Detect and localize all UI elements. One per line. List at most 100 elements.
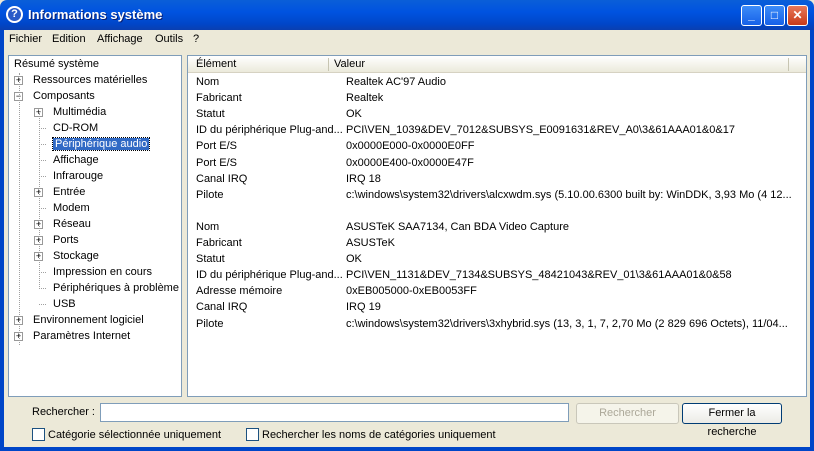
tree-connector bbox=[39, 113, 40, 289]
search-button[interactable]: Rechercher bbox=[576, 403, 679, 424]
table-row: Statut OK bbox=[196, 253, 362, 266]
tree-item-label: USB bbox=[53, 298, 76, 310]
row-element: ID du périphérique Plug-and... bbox=[196, 269, 343, 282]
tree-item-label: Affichage bbox=[53, 154, 99, 166]
column-header-element[interactable]: Élément bbox=[196, 58, 236, 70]
minimize-button[interactable]: _ bbox=[741, 5, 762, 26]
table-row: Nom Realtek AC'97 Audio bbox=[196, 76, 446, 89]
menu-outils[interactable]: Outils bbox=[155, 33, 183, 45]
tree-item[interactable]: Impression en cours bbox=[53, 265, 152, 280]
row-element: Fabricant bbox=[196, 237, 242, 249]
selected-category-label[interactable]: Catégorie sélectionnée uniquement bbox=[48, 429, 221, 441]
title-bar: ? Informations système _ □ ✕ bbox=[0, 0, 814, 30]
tree-item-label: Multimédia bbox=[53, 106, 107, 118]
help-icon: ? bbox=[6, 6, 23, 23]
tree-item-label: Environnement logiciel bbox=[33, 314, 144, 326]
row-value: c:\windows\system32\drivers\alcxwdm.sys … bbox=[346, 188, 792, 201]
row-value: 0xEB005000-0xEB0053FF bbox=[346, 285, 477, 298]
tree-item[interactable]: Ports bbox=[53, 233, 79, 248]
window-frame-right bbox=[810, 30, 814, 451]
tree-connector bbox=[39, 272, 46, 273]
row-value: ASUSTeK SAA7134, Can BDA Video Capture bbox=[346, 220, 569, 233]
tree-item[interactable]: Affichage bbox=[53, 153, 99, 168]
details-table: Élément Valeur Nom Realtek AC'97 Audio Fab… bbox=[187, 55, 807, 397]
category-names-label[interactable]: Rechercher les noms de catégories unique… bbox=[262, 429, 496, 441]
close-search-button[interactable]: Fermer la recherche bbox=[682, 403, 782, 438]
tree-item[interactable]: Modem bbox=[53, 201, 90, 216]
table-row: Port E/S 0x0000E000-0x0000E0FF bbox=[196, 140, 474, 153]
table-row: Pilote c:\windows\system32\drivers\alcxwd… bbox=[196, 189, 792, 202]
row-value: PCI\VEN_1131&DEV_7134&SUBSYS_48421043&RE… bbox=[346, 269, 732, 282]
row-element: Canal IRQ bbox=[196, 172, 248, 185]
row-element: Nom bbox=[196, 76, 220, 88]
table-row: ID du périphérique Plug-and... PCI\VEN_10… bbox=[196, 124, 735, 137]
tree-item[interactable]: Réseau bbox=[53, 217, 91, 232]
tree-item[interactable]: Périphérique audio bbox=[51, 137, 151, 152]
tree-connector bbox=[39, 128, 46, 129]
tree-connector bbox=[19, 73, 20, 345]
tree-item-label: Infrarouge bbox=[53, 170, 104, 182]
selected-category-checkbox[interactable] bbox=[32, 428, 45, 441]
row-value: Realtek AC'97 Audio bbox=[346, 76, 446, 88]
table-row: Adresse mémoire 0xEB005000-0xEB0053FF bbox=[196, 285, 477, 298]
table-row: Pilote c:\windows\system32\drivers\3xhybr… bbox=[196, 317, 788, 331]
table-row: Fabricant Realtek bbox=[196, 92, 383, 105]
table-row: Nom ASUSTeK SAA7134, Can BDA Video Captur… bbox=[196, 220, 569, 234]
row-value: Realtek bbox=[346, 92, 384, 105]
column-header-valeur[interactable]: Valeur bbox=[334, 58, 365, 70]
tree-item-label: CD-ROM bbox=[53, 122, 99, 134]
tree-item[interactable]: Périphériques à problème bbox=[53, 281, 179, 296]
tree-item-root[interactable]: Résumé système bbox=[14, 57, 99, 72]
tree-item[interactable]: CD-ROM bbox=[53, 121, 98, 136]
table-row: Fabricant ASUSTeK bbox=[196, 237, 395, 250]
window-frame-left bbox=[0, 30, 4, 451]
row-value: 0x0000E000-0x0000E0FF bbox=[346, 140, 475, 153]
tree-item-label: Ressources matérielles bbox=[33, 74, 148, 86]
search-label: Rechercher : bbox=[32, 406, 95, 418]
window-title: Informations système bbox=[28, 7, 163, 22]
table-row: Canal IRQ IRQ 18 bbox=[196, 172, 381, 186]
tree-item-label: Composants bbox=[33, 90, 95, 102]
menu-fichier[interactable]: Fichier bbox=[9, 33, 42, 45]
row-element: Nom bbox=[196, 220, 220, 233]
table-header: Élément Valeur bbox=[188, 56, 806, 73]
tree-item[interactable]: Ressources matérielles bbox=[33, 73, 147, 88]
row-value: IRQ 19 bbox=[346, 301, 381, 314]
row-value: PCI\VEN_1039&DEV_7012&SUBSYS_E0091631&RE… bbox=[346, 124, 735, 137]
menu-help[interactable]: ? bbox=[193, 33, 199, 45]
row-element: Statut bbox=[196, 108, 225, 121]
menu-edition[interactable]: Edition bbox=[52, 33, 86, 45]
menu-bar: Fichier Edition Affichage Outils ? bbox=[4, 30, 810, 48]
tree-connector bbox=[39, 160, 46, 161]
tree-item[interactable]: USB bbox=[53, 297, 76, 312]
maximize-button[interactable]: □ bbox=[764, 5, 785, 26]
table-row: ID du périphérique Plug-and... PCI\VEN_11… bbox=[196, 269, 732, 282]
tree-item-label: Périphérique audio bbox=[51, 137, 151, 151]
table-row: Canal IRQ IRQ 19 bbox=[196, 301, 381, 314]
menu-affichage[interactable]: Affichage bbox=[97, 33, 143, 45]
search-input[interactable] bbox=[100, 403, 569, 422]
row-element: Canal IRQ bbox=[196, 301, 248, 314]
tree-item[interactable]: Stockage bbox=[53, 249, 99, 264]
tree-item[interactable]: Infrarouge bbox=[53, 169, 103, 184]
tree-connector bbox=[39, 304, 46, 305]
tree-item-label: Modem bbox=[53, 202, 90, 214]
tree-item[interactable]: Multimédia bbox=[53, 105, 106, 120]
row-element: Pilote bbox=[196, 317, 224, 330]
table-row: Statut OK bbox=[196, 108, 362, 121]
tree-item-label: Ports bbox=[53, 234, 79, 246]
close-button[interactable]: ✕ bbox=[787, 5, 808, 26]
row-value: ASUSTeK bbox=[346, 237, 395, 249]
category-names-checkbox[interactable] bbox=[246, 428, 259, 441]
tree-item[interactable]: Composants bbox=[33, 89, 95, 104]
tree-item[interactable]: Entrée bbox=[53, 185, 85, 200]
tree-connector bbox=[39, 208, 46, 209]
tree-item-label: Entrée bbox=[53, 186, 86, 198]
tree-item[interactable]: Paramètres Internet bbox=[33, 329, 130, 344]
tree-connector bbox=[39, 176, 46, 177]
category-tree[interactable]: Résumé système + Ressources matérielles − C… bbox=[8, 55, 182, 397]
tree-item-label: Stockage bbox=[53, 250, 99, 262]
row-element: Adresse mémoire bbox=[196, 285, 283, 298]
table-row: Port E/S 0x0000E400-0x0000E47F bbox=[196, 157, 474, 170]
tree-item[interactable]: Environnement logiciel bbox=[33, 313, 144, 328]
